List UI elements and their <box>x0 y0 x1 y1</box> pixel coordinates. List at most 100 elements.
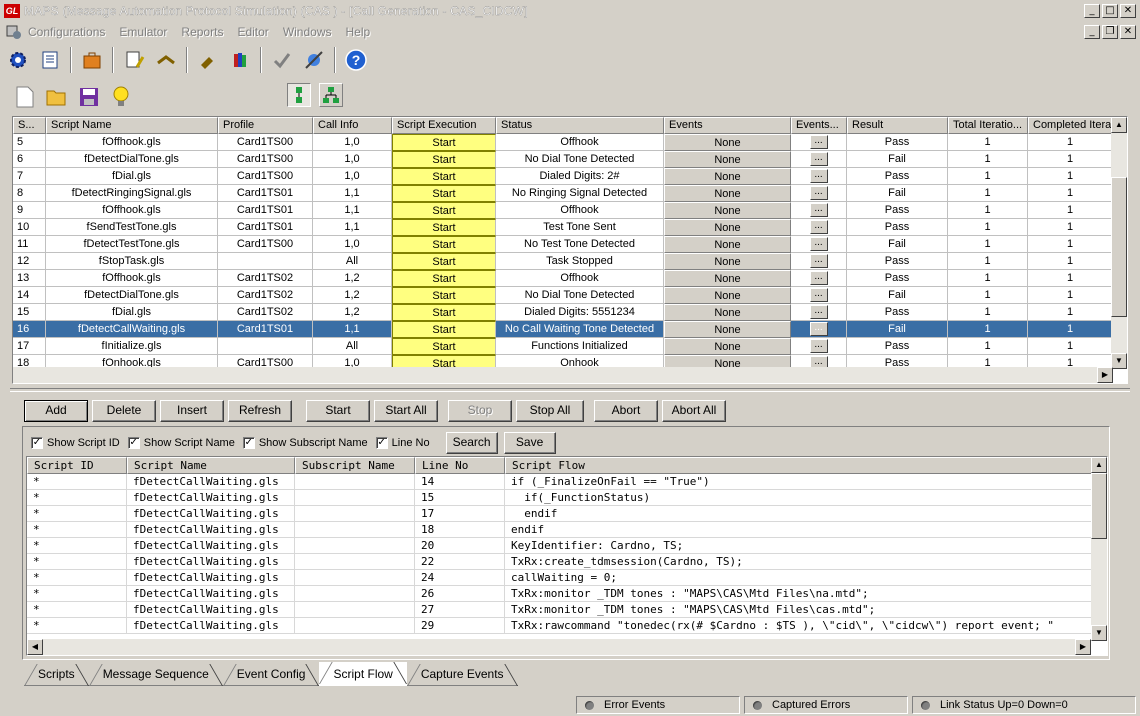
flow-col-header[interactable]: Script Flow <box>505 457 1095 474</box>
events-details-button[interactable]: ... <box>809 186 828 200</box>
stop-all-button[interactable]: Stop All <box>516 400 584 422</box>
grid-col-header[interactable]: Script Name <box>46 117 218 134</box>
tools-icon[interactable] <box>194 46 222 74</box>
pane-splitter[interactable] <box>10 388 1130 392</box>
scripts-grid-vscrollbar[interactable]: ▲ ▼ <box>1111 117 1127 369</box>
cell-events[interactable]: None <box>664 168 791 185</box>
insert-button[interactable]: Insert <box>160 400 224 422</box>
tab-message-sequence[interactable]: Message Sequence <box>88 664 223 686</box>
vertical-layout-toggle-icon[interactable] <box>287 83 311 107</box>
new-file-icon[interactable] <box>10 82 40 112</box>
table-row[interactable]: 10 fSendTestTone.gls Card1TS01 1,1 Start Test… <box>13 219 1113 236</box>
list-item[interactable]: * fDetectCallWaiting.gls 15 if(_FunctionSt… <box>27 490 1107 506</box>
script-flow-grid[interactable]: Script ID Script Name Subscript Name Line N… <box>26 456 1108 656</box>
list-item[interactable]: * fDetectCallWaiting.gls 14 if (_FinalizeOn… <box>27 474 1107 490</box>
cell-exec[interactable]: Start <box>392 236 496 253</box>
list-item[interactable]: * fDetectCallWaiting.gls 17 endif <box>27 506 1107 522</box>
show-subscript-name-checkbox[interactable]: ✓ Show Subscript Name <box>242 437 368 449</box>
help-icon[interactable]: ? <box>342 46 370 74</box>
scroll-right-icon[interactable]: ▶ <box>1097 367 1113 383</box>
table-row[interactable]: 12 fStopTask.gls All Start Task Stopped None.… <box>13 253 1113 270</box>
list-item[interactable]: * fDetectCallWaiting.gls 18 endif <box>27 522 1107 538</box>
grid-col-header[interactable]: Completed Iterat <box>1028 117 1113 134</box>
scroll-left-icon[interactable]: ◀ <box>27 639 43 655</box>
network-icon[interactable] <box>300 46 328 74</box>
table-row[interactable]: 17 fInitialize.gls All Start Functions Initi… <box>13 338 1113 355</box>
list-item[interactable]: * fDetectCallWaiting.gls 22 TxRx:create_tdm… <box>27 554 1107 570</box>
menu-reports[interactable]: Reports <box>181 25 223 39</box>
events-details-cell[interactable]: ... <box>791 185 847 202</box>
mdi-restore-button[interactable]: ❐ <box>1102 25 1118 39</box>
start-all-button[interactable]: Start All <box>374 400 438 422</box>
menu-emulator[interactable]: Emulator <box>119 25 167 39</box>
abort-all-button[interactable]: Abort All <box>662 400 726 422</box>
scripts-grid[interactable]: S... Script Name Profile Call Info Script Ex… <box>12 116 1128 384</box>
events-details-button[interactable]: ... <box>809 305 828 319</box>
show-script-id-checkbox[interactable]: ✓ Show Script ID <box>31 437 120 449</box>
app-menu-icon[interactable] <box>6 24 22 40</box>
events-details-button[interactable]: ... <box>809 254 828 268</box>
list-item[interactable]: * fDetectCallWaiting.gls 26 TxRx:monitor _T… <box>27 586 1107 602</box>
grid-col-header[interactable]: Events... <box>791 117 847 134</box>
list-item[interactable]: * fDetectCallWaiting.gls 20 KeyIdentifier: … <box>27 538 1107 554</box>
events-details-cell[interactable]: ... <box>791 270 847 287</box>
events-details-button[interactable]: ... <box>809 203 828 217</box>
events-details-button[interactable]: ... <box>809 135 828 149</box>
flow-col-header[interactable]: Script Name <box>127 457 295 474</box>
save-button[interactable]: Save <box>503 432 556 454</box>
gear-icon[interactable] <box>4 46 32 74</box>
tab-scripts[interactable]: Scripts <box>24 664 89 686</box>
scripts-grid-hscrollbar[interactable]: ▶ <box>13 367 1113 383</box>
script-flow-vscrollbar[interactable]: ▲ ▼ <box>1091 457 1107 641</box>
cell-events[interactable]: None <box>664 185 791 202</box>
notebook-icon[interactable] <box>36 46 64 74</box>
grid-col-header[interactable]: S... <box>13 117 46 134</box>
tab-event-config[interactable]: Event Config <box>222 664 320 686</box>
list-item[interactable]: * fDetectCallWaiting.gls 24 callWaiting = 0… <box>27 570 1107 586</box>
close-button[interactable]: ✕ <box>1120 4 1136 18</box>
cell-events[interactable]: None <box>664 338 791 355</box>
cell-events[interactable]: None <box>664 321 791 338</box>
check-tool-icon[interactable] <box>268 46 296 74</box>
cell-events[interactable]: None <box>664 253 791 270</box>
books-icon[interactable] <box>226 46 254 74</box>
cell-exec[interactable]: Start <box>392 134 496 151</box>
grid-col-header[interactable]: Total Iteratio... <box>948 117 1028 134</box>
grid-col-header[interactable]: Events <box>664 117 791 134</box>
events-details-button[interactable]: ... <box>809 271 828 285</box>
abort-button[interactable]: Abort <box>594 400 658 422</box>
save-icon[interactable] <box>74 82 104 112</box>
scroll-up-icon[interactable]: ▲ <box>1111 117 1127 133</box>
grid-col-header[interactable]: Call Info <box>313 117 392 134</box>
events-details-cell[interactable]: ... <box>791 219 847 236</box>
table-row[interactable]: 7 fDial.gls Card1TS00 1,0 Start Dialed Digits… <box>13 168 1113 185</box>
list-item[interactable]: * fDetectCallWaiting.gls 29 TxRx:rawcommand… <box>27 618 1107 634</box>
cell-exec[interactable]: Start <box>392 321 496 338</box>
cell-events[interactable]: None <box>664 287 791 304</box>
open-folder-icon[interactable] <box>42 82 72 112</box>
table-row[interactable]: 13 fOffhook.gls Card1TS02 1,2 Start Offhook No… <box>13 270 1113 287</box>
cell-events[interactable]: None <box>664 202 791 219</box>
scroll-down-icon[interactable]: ▼ <box>1111 353 1127 369</box>
events-details-cell[interactable]: ... <box>791 134 847 151</box>
cell-events[interactable]: None <box>664 219 791 236</box>
table-row[interactable]: 16 fDetectCallWaiting.gls Card1TS01 1,1 Star… <box>13 321 1113 338</box>
flow-col-header[interactable]: Subscript Name <box>295 457 415 474</box>
table-row[interactable]: 9 fOffhook.gls Card1TS01 1,1 Start Offhook Non… <box>13 202 1113 219</box>
table-row[interactable]: 8 fDetectRingingSignal.gls Card1TS01 1,1 Sta… <box>13 185 1113 202</box>
cell-events[interactable]: None <box>664 304 791 321</box>
start-button[interactable]: Start <box>306 400 370 422</box>
script-edit-icon[interactable] <box>120 46 148 74</box>
menu-help[interactable]: Help <box>346 25 371 39</box>
events-details-cell[interactable]: ... <box>791 168 847 185</box>
cell-exec[interactable]: Start <box>392 270 496 287</box>
events-details-cell[interactable]: ... <box>791 287 847 304</box>
table-row[interactable]: 15 fDial.gls Card1TS02 1,2 Start Dialed Digit… <box>13 304 1113 321</box>
cell-exec[interactable]: Start <box>392 151 496 168</box>
grid-col-header[interactable]: Script Execution <box>392 117 496 134</box>
flow-col-header[interactable]: Script ID <box>27 457 127 474</box>
grid-col-header[interactable]: Status <box>496 117 664 134</box>
events-details-button[interactable]: ... <box>809 152 828 166</box>
scroll-up-icon[interactable]: ▲ <box>1091 457 1107 473</box>
mdi-close-button[interactable]: ✕ <box>1120 25 1136 39</box>
